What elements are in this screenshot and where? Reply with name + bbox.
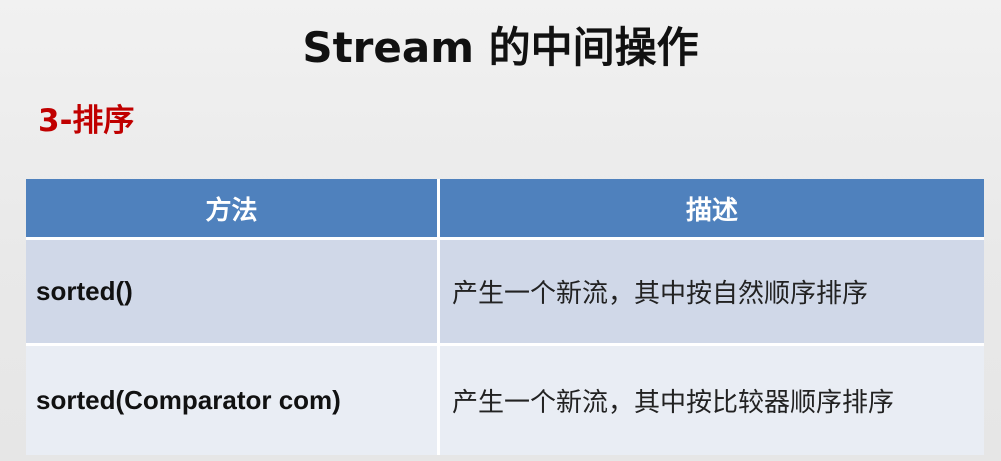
description-cell: 产生一个新流，其中按自然顺序排序	[440, 240, 984, 346]
slide-title: Stream 的中间操作	[302, 23, 699, 72]
table-row: sorted() 产生一个新流，其中按自然顺序排序	[26, 240, 984, 346]
slide: Stream 的中间操作 3-排序 方法 描述 sorted() 产生一个新流，…	[0, 0, 1001, 461]
header-cell-method: 方法	[26, 179, 440, 240]
section-subtitle: 3-排序	[38, 103, 135, 139]
header-cell-description: 描述	[440, 179, 984, 240]
table-row: sorted(Comparator com) 产生一个新流，其中按比较器顺序排序	[26, 346, 984, 455]
table-header-row: 方法 描述	[26, 179, 984, 240]
methods-table: 方法 描述 sorted() 产生一个新流，其中按自然顺序排序 sorted(C…	[26, 179, 984, 455]
description-cell: 产生一个新流，其中按比较器顺序排序	[440, 346, 984, 455]
method-cell: sorted(Comparator com)	[26, 346, 440, 455]
method-cell: sorted()	[26, 240, 440, 346]
